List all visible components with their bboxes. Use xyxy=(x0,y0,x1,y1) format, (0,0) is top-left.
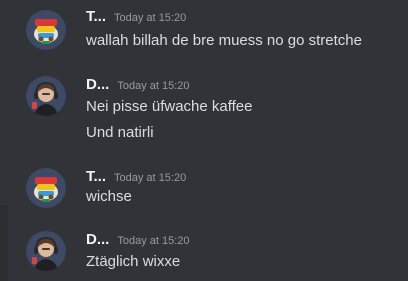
avatar[interactable] xyxy=(26,231,66,271)
message-text: wichse xyxy=(86,188,132,205)
username[interactable]: D... xyxy=(86,231,109,248)
timestamp: Today at 15:20 xyxy=(117,235,190,247)
message-text: Nei pisse üfwache kaffee xyxy=(86,98,253,115)
cartoon-logo-avatar-icon xyxy=(26,10,66,50)
username[interactable]: T... xyxy=(86,168,106,185)
message-group: T... Today at 15:20 wallah billah de bre… xyxy=(0,8,408,58)
headset-person-avatar-icon xyxy=(26,231,66,271)
message-group: D... Today at 15:20 Ztäglich wixxe xyxy=(0,231,408,279)
timestamp: Today at 15:20 xyxy=(114,172,187,184)
message-text: Ztäglich wixxe xyxy=(86,253,181,270)
headset-person-avatar-icon xyxy=(26,76,66,116)
message-header: D... Today at 15:20 xyxy=(86,76,190,98)
avatar[interactable] xyxy=(26,168,66,208)
timestamp: Today at 15:20 xyxy=(117,80,190,92)
message-group: D... Today at 15:20 Nei pisse üfwache ka… xyxy=(0,76,408,146)
avatar[interactable] xyxy=(26,76,66,116)
message-text: Und natirli xyxy=(86,124,154,141)
cartoon-logo-avatar-icon xyxy=(26,168,66,208)
username[interactable]: D... xyxy=(86,76,109,93)
timestamp: Today at 15:20 xyxy=(114,12,187,24)
message-header: T... Today at 15:20 xyxy=(86,168,186,190)
avatar[interactable] xyxy=(26,10,66,50)
message-header: D... Today at 15:20 xyxy=(86,231,190,253)
message-group: T... Today at 15:20 wichse xyxy=(0,168,408,216)
username[interactable]: T... xyxy=(86,8,106,25)
message-header: T... Today at 15:20 xyxy=(86,8,186,30)
message-text: wallah billah de bre muess no go stretch… xyxy=(86,32,362,49)
